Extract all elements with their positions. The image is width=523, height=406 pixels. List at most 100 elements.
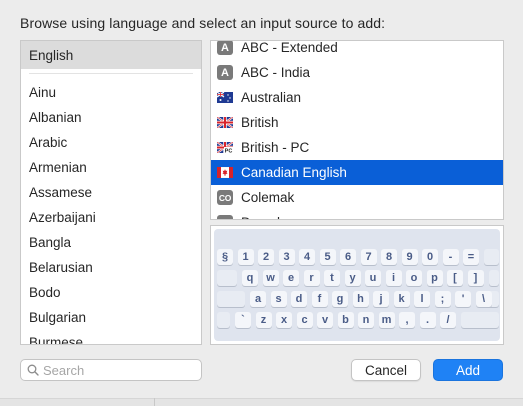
language-item[interactable]: Azerbaijani [21, 205, 201, 230]
keyboard-key: l [414, 291, 430, 307]
input-source-label: Dvorak [241, 215, 284, 219]
language-item[interactable]: Albanian [21, 105, 201, 130]
language-label: English [29, 47, 74, 63]
keyboard-key: q [242, 270, 258, 286]
keyboard-key: w [262, 270, 279, 286]
language-label: Bodo [29, 285, 61, 300]
language-item[interactable]: Assamese [21, 180, 201, 205]
keyboard-key: b [337, 312, 354, 328]
modifier-key [217, 312, 230, 328]
input-source-label: Australian [241, 90, 302, 105]
input-source-item[interactable]: A ABC - Extended [211, 40, 503, 60]
language-label: Bulgarian [29, 310, 87, 325]
language-item[interactable]: Armenian [21, 155, 201, 180]
language-label: Burmese [29, 335, 84, 345]
keyboard-key: e [283, 270, 299, 286]
keyboard-key: t [324, 270, 340, 286]
input-source-item[interactable]: PC British - PC [211, 135, 503, 160]
input-source-label: Canadian English [241, 165, 347, 180]
language-label: Ainu [29, 85, 57, 100]
language-label: Azerbaijani [29, 210, 96, 225]
input-source-label: Colemak [241, 190, 295, 205]
keyboard-key: § [217, 249, 233, 265]
keyboard-key: 3 [278, 249, 295, 265]
keyboard-layout: § 1 2 3 4 5 6 7 8 9 0- = q w e r t y u i o p[] a s d f g h j k l; ' \ ` z x… [214, 229, 500, 341]
keyboard-key: \ [475, 291, 492, 307]
window-bottom-strip [0, 398, 523, 406]
dvorak-icon: DV [217, 215, 233, 219]
keyboard-key: m [378, 312, 395, 328]
svg-text:PC: PC [225, 148, 233, 153]
icon-glyph: A [217, 65, 233, 80]
modifier-key [217, 291, 245, 307]
australia-flag-icon [217, 91, 233, 105]
keyboard-key: - [442, 249, 459, 265]
uk-flag-icon [217, 116, 233, 130]
language-item[interactable]: Bangla [21, 230, 201, 255]
keyboard-key: j [373, 291, 389, 307]
language-list[interactable]: English Ainu Albanian Arabic Armenian Assame… [20, 40, 202, 345]
keyboard-key: / [440, 312, 456, 328]
modifier-key [217, 270, 237, 286]
language-item-english[interactable]: English [21, 41, 201, 69]
keyboard-key: 5 [319, 249, 336, 265]
input-source-item[interactable]: CO Colemak [211, 185, 503, 210]
uk-pc-flag-icon: PC [217, 141, 233, 155]
input-source-label: ABC - India [241, 65, 311, 80]
modifier-key [489, 270, 499, 286]
keyboard-key: u [365, 270, 381, 286]
modifier-key [461, 312, 499, 328]
keyboard-key: . [419, 312, 436, 328]
keyboard-key: 0 [422, 249, 438, 265]
cancel-button[interactable]: Cancel [351, 359, 421, 381]
keyboard-key: ' [455, 291, 471, 307]
language-label: Bangla [29, 235, 72, 250]
input-source-item[interactable]: DV Dvorak [211, 210, 503, 219]
search-input[interactable] [43, 362, 193, 378]
keyboard-preview: § 1 2 3 4 5 6 7 8 9 0- = q w e r t y u i o p[] a s d f g h j k l; ' \ ` z x… [210, 225, 504, 345]
keyboard-key: f [311, 291, 328, 307]
keyboard-key: z [255, 312, 272, 328]
input-source-label: ABC - Extended [241, 40, 338, 55]
keyboard-key: n [358, 312, 374, 328]
keyboard-key: 1 [237, 249, 254, 265]
icon-glyph: DV [217, 215, 233, 219]
keyboard-key: 2 [258, 249, 274, 265]
language-item[interactable]: Ainu [21, 80, 201, 105]
keyboard-key: ` [235, 312, 251, 328]
window-bottom-divider [154, 398, 155, 406]
input-source-label: British - PC [241, 140, 310, 155]
keyboard-key: a [250, 291, 266, 307]
language-item[interactable]: Belarusian [21, 255, 201, 280]
modifier-key [484, 249, 499, 265]
input-source-item[interactable]: British [211, 110, 503, 135]
letter-a-icon: A [217, 65, 233, 80]
input-source-list[interactable]: A ABC - Extended A ABC - India Australian Bri… [210, 40, 504, 220]
keyboard-key: 7 [360, 249, 377, 265]
input-source-item[interactable]: A ABC - India [211, 60, 503, 85]
language-item[interactable]: Burmese [21, 330, 201, 345]
language-item[interactable]: Bodo [21, 280, 201, 305]
dialog-prompt: Browse using language and select an inpu… [20, 15, 386, 31]
keyboard-key: s [270, 291, 287, 307]
keyboard-key: ] [467, 270, 484, 286]
keyboard-key: c [296, 312, 313, 328]
add-button[interactable]: Add [433, 359, 503, 381]
keyboard-key: o [406, 270, 422, 286]
language-item[interactable]: Bulgarian [21, 305, 201, 330]
input-source-items: A ABC - Extended A ABC - India Australian Bri… [211, 40, 503, 219]
input-source-label: British [241, 115, 279, 130]
keyboard-key: d [291, 291, 307, 307]
language-item[interactable]: Arabic [21, 130, 201, 155]
search-field[interactable] [20, 359, 202, 381]
input-source-item[interactable]: Canadian English [211, 160, 503, 185]
keyboard-key: [ [447, 270, 463, 286]
input-source-item[interactable]: Australian [211, 85, 503, 110]
keyboard-key: g [332, 291, 348, 307]
language-label: Belarusian [29, 260, 93, 275]
keyboard-key: 4 [299, 249, 315, 265]
language-label: Arabic [29, 135, 68, 150]
keyboard-key: h [352, 291, 369, 307]
keyboard-key: 9 [401, 249, 418, 265]
language-label: Assamese [29, 185, 93, 200]
